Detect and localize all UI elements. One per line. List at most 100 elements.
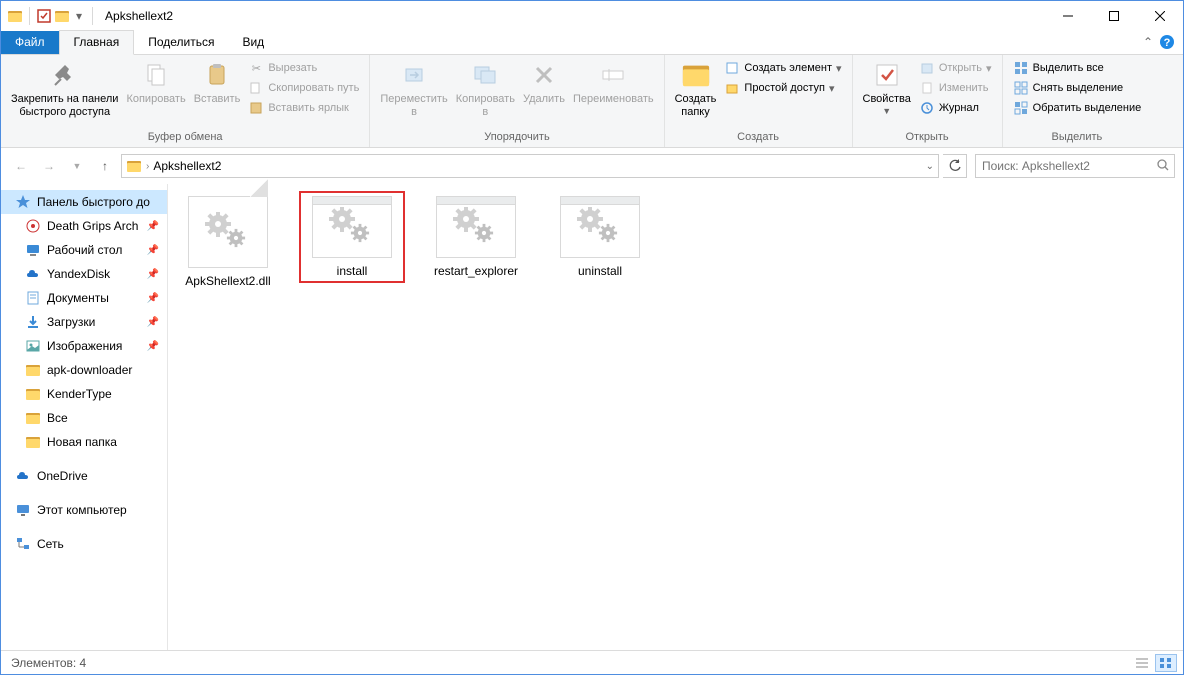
shortcut-icon bbox=[248, 100, 264, 116]
tab-file[interactable]: Файл bbox=[1, 31, 59, 54]
images-icon bbox=[25, 338, 41, 354]
sidebar-item[interactable]: Death Grips Arch📌 bbox=[1, 214, 167, 238]
group-organize: Переместить в Копировать в Удалить Переи… bbox=[370, 55, 664, 147]
group-open-label: Открыть bbox=[859, 130, 996, 145]
icons-view-button[interactable] bbox=[1155, 654, 1177, 672]
rename-button[interactable]: Переименовать bbox=[569, 57, 658, 108]
cut-button[interactable]: ✂Вырезать bbox=[244, 59, 363, 77]
select-all-button[interactable]: Выделить все bbox=[1009, 59, 1146, 77]
forward-button[interactable]: → bbox=[37, 154, 61, 178]
paste-button[interactable]: Вставить bbox=[190, 57, 245, 108]
minimize-button[interactable] bbox=[1045, 1, 1091, 31]
breadcrumb[interactable]: Apkshellext2 bbox=[149, 159, 225, 173]
new-folder-button[interactable]: Создать папку bbox=[671, 57, 721, 120]
desktop-icon bbox=[25, 242, 41, 258]
delete-icon bbox=[528, 59, 560, 91]
properties-icon bbox=[871, 59, 903, 91]
qat-newfolder-icon[interactable] bbox=[54, 8, 70, 24]
sidebar-onedrive[interactable]: OneDrive bbox=[1, 464, 167, 488]
copy-button[interactable]: Копировать bbox=[122, 57, 189, 108]
sidebar-this-pc[interactable]: Этот компьютер bbox=[1, 498, 167, 522]
search-box[interactable] bbox=[975, 154, 1175, 178]
open-button[interactable]: Открыть ▾ bbox=[915, 59, 996, 77]
folder-icon bbox=[126, 158, 142, 174]
recent-dropdown[interactable]: ▼ bbox=[65, 154, 89, 178]
edit-button[interactable]: Изменить bbox=[915, 79, 996, 97]
file-thumbnail bbox=[436, 196, 516, 258]
collapse-ribbon-icon[interactable]: ⌃ bbox=[1143, 35, 1153, 49]
new-item-icon bbox=[724, 60, 740, 76]
ribbon-tabs: Файл Главная Поделиться Вид ⌃ ? bbox=[1, 31, 1183, 55]
rename-icon bbox=[597, 59, 629, 91]
file-item[interactable]: uninstall bbox=[552, 196, 648, 278]
qat-properties-icon[interactable] bbox=[36, 8, 52, 24]
view-switcher bbox=[1131, 654, 1177, 672]
history-button[interactable]: Журнал bbox=[915, 99, 996, 117]
address-box[interactable]: › Apkshellext2 ⌄ bbox=[121, 154, 939, 178]
sidebar-item[interactable]: Изображения📌 bbox=[1, 334, 167, 358]
pin-quick-access-button[interactable]: Закрепить на панели быстрого доступа bbox=[7, 57, 122, 120]
quick-access-toolbar: ▾ Apkshellext2 bbox=[1, 1, 173, 31]
help-icon[interactable]: ? bbox=[1159, 34, 1175, 53]
star-icon bbox=[15, 194, 31, 210]
tab-share[interactable]: Поделиться bbox=[134, 31, 228, 54]
select-none-button[interactable]: Снять выделение bbox=[1009, 79, 1146, 97]
sidebar-item[interactable]: Рабочий стол📌 bbox=[1, 238, 167, 262]
select-none-icon bbox=[1013, 80, 1029, 96]
sidebar-item[interactable]: Загрузки📌 bbox=[1, 310, 167, 334]
sidebar-item[interactable]: apk-downloader bbox=[1, 358, 167, 382]
paste-label: Вставить bbox=[194, 93, 241, 106]
invert-selection-button[interactable]: Обратить выделение bbox=[1009, 99, 1146, 117]
pc-icon bbox=[15, 502, 31, 518]
sidebar-item[interactable]: Документы📌 bbox=[1, 286, 167, 310]
history-icon bbox=[919, 100, 935, 116]
refresh-button[interactable] bbox=[943, 154, 967, 178]
tab-home[interactable]: Главная bbox=[59, 30, 135, 55]
status-bar: Элементов: 4 bbox=[1, 650, 1183, 674]
group-open: Свойства ▼ Открыть ▾ Изменить Журнал Отк… bbox=[853, 55, 1003, 147]
pin-icon: 📌 bbox=[147, 269, 159, 280]
qat-dropdown-icon[interactable]: ▾ bbox=[72, 9, 86, 23]
new-folder-icon bbox=[680, 59, 712, 91]
close-button[interactable] bbox=[1137, 1, 1183, 31]
sidebar-item[interactable]: KenderType bbox=[1, 382, 167, 406]
sidebar-quick-access[interactable]: Панель быстрого до bbox=[1, 190, 167, 214]
back-button[interactable]: ← bbox=[9, 154, 33, 178]
copy-path-button[interactable]: Скопировать путь bbox=[244, 79, 363, 97]
easy-access-button[interactable]: Простой доступ ▾ bbox=[720, 79, 845, 97]
search-icon[interactable] bbox=[1156, 158, 1170, 175]
separator bbox=[92, 7, 93, 25]
address-dropdown-icon[interactable]: ⌄ bbox=[926, 161, 934, 172]
maximize-button[interactable] bbox=[1091, 1, 1137, 31]
pin-icon: 📌 bbox=[147, 245, 159, 256]
search-input[interactable] bbox=[976, 159, 1174, 173]
easy-access-icon bbox=[724, 80, 740, 96]
copyto-icon bbox=[469, 59, 501, 91]
copy-to-button[interactable]: Копировать в bbox=[452, 57, 519, 120]
up-button[interactable]: ↑ bbox=[93, 154, 117, 178]
file-item[interactable]: restart_explorer bbox=[428, 196, 524, 278]
sidebar-item[interactable]: YandexDisk📌 bbox=[1, 262, 167, 286]
disc-icon bbox=[25, 218, 41, 234]
paste-shortcut-button[interactable]: Вставить ярлык bbox=[244, 99, 363, 117]
properties-button[interactable]: Свойства ▼ bbox=[859, 57, 915, 118]
tab-view[interactable]: Вид bbox=[228, 31, 278, 54]
svg-text:?: ? bbox=[1164, 37, 1171, 49]
sidebar-network[interactable]: Сеть bbox=[1, 532, 167, 556]
moveto-icon bbox=[398, 59, 430, 91]
group-organize-label: Упорядочить bbox=[376, 130, 657, 145]
open-icon bbox=[919, 60, 935, 76]
file-item[interactable]: install bbox=[304, 196, 400, 278]
new-item-button[interactable]: Создать элемент ▾ bbox=[720, 59, 845, 77]
sidebar-item[interactable]: Все bbox=[1, 406, 167, 430]
nav-sidebar: Панель быстрого до Death Grips Arch📌Рабо… bbox=[1, 184, 167, 650]
file-item[interactable]: ApkShellext2.dll bbox=[180, 196, 276, 288]
pin-icon: 📌 bbox=[147, 341, 159, 352]
delete-button[interactable]: Удалить bbox=[519, 57, 569, 108]
file-list[interactable]: ApkShellext2.dll install restart_explorer u… bbox=[167, 184, 1183, 650]
file-name: install bbox=[337, 264, 368, 278]
move-to-button[interactable]: Переместить в bbox=[376, 57, 451, 120]
sidebar-item[interactable]: Новая папка bbox=[1, 430, 167, 454]
group-select-label: Выделить bbox=[1009, 130, 1146, 145]
details-view-button[interactable] bbox=[1131, 654, 1153, 672]
